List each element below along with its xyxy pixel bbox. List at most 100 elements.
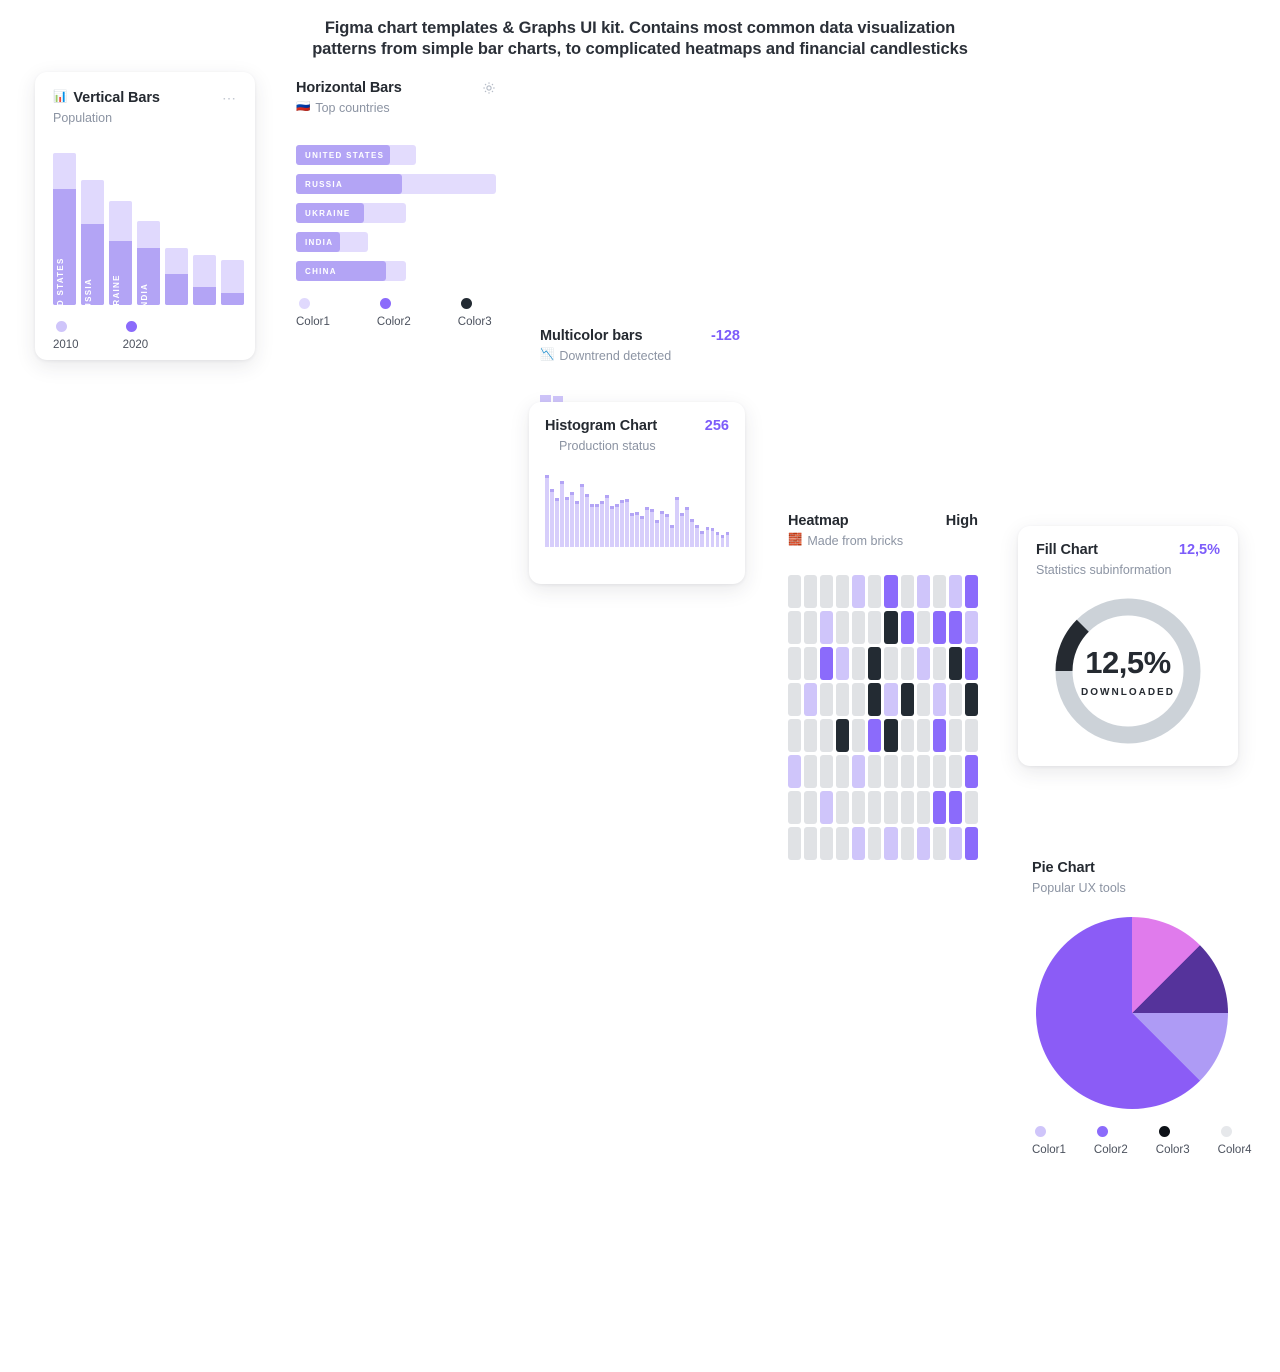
legend-item[interactable]: Color1 [1032,1126,1066,1156]
bar[interactable] [560,481,564,547]
heatmap-cell[interactable] [964,611,978,644]
heatmap-cell[interactable] [836,755,850,788]
heatmap-cell[interactable] [852,683,866,716]
bar[interactable] [705,526,710,547]
heatmap-cell[interactable] [900,611,914,644]
bar[interactable] [640,516,644,547]
heatmap-cell[interactable] [788,755,802,788]
bar[interactable] [650,508,654,547]
heatmap-cell[interactable] [788,827,802,860]
pie-disc[interactable] [1036,917,1228,1109]
heatmap-cell[interactable] [884,791,898,824]
heatmap-cell[interactable] [820,611,834,644]
bar[interactable]: RUSSIA [81,180,104,305]
bar[interactable] [680,513,684,547]
heatmap-cell[interactable] [788,719,802,752]
heatmap-cell[interactable] [900,647,914,680]
heatmap-cell[interactable] [868,719,882,752]
heatmap-cell[interactable] [852,611,866,644]
heatmap-cell[interactable] [964,647,978,680]
bar[interactable] [665,514,669,547]
legend-item[interactable]: Color1 [296,298,330,328]
heatmap-cell[interactable] [884,755,898,788]
bar-row[interactable]: INDIA [296,232,496,252]
heatmap-cell[interactable] [964,575,978,608]
legend-item[interactable]: Color3 [458,298,492,328]
heatmap-cell[interactable] [868,755,882,788]
heatmap-cell[interactable] [964,791,978,824]
heatmap-cell[interactable] [852,575,866,608]
heatmap-cell[interactable] [852,827,866,860]
heatmap-cell[interactable] [932,647,946,680]
heatmap-cell[interactable] [964,683,978,716]
heatmap-cell[interactable] [836,647,850,680]
bar[interactable] [645,507,649,547]
card-fill-chart[interactable]: Fill Chart 12,5% Statistics subinformati… [1018,526,1238,766]
bar[interactable] [595,504,599,547]
bar[interactable] [620,499,624,547]
heatmap-cell[interactable] [868,647,882,680]
bar[interactable] [700,530,704,547]
heatmap-cell[interactable] [868,791,882,824]
heatmap-cell[interactable] [868,683,882,716]
heatmap-cell[interactable] [836,683,850,716]
heatmap-cell[interactable] [916,683,930,716]
heatmap-cell[interactable] [932,827,946,860]
bar[interactable]: UKRAINE [109,201,132,305]
bar[interactable] [660,511,664,547]
heatmap-cell[interactable] [804,611,818,644]
bar[interactable] [710,527,715,547]
heatmap-cell[interactable] [836,827,850,860]
heatmap-cell[interactable] [932,683,946,716]
heatmap-cell[interactable] [916,719,930,752]
legend-item[interactable]: 2020 [123,321,148,351]
bar[interactable] [193,255,216,305]
heatmap-cell[interactable] [964,719,978,752]
heatmap-cell[interactable] [884,683,898,716]
heatmap-cell[interactable] [900,719,914,752]
heatmap-cell[interactable] [948,719,962,752]
heatmap-cell[interactable] [836,719,850,752]
donut-gauge[interactable]: 12,5% DOWNLOADED [1052,595,1204,747]
heatmap-cell[interactable] [804,647,818,680]
bar[interactable] [565,496,569,547]
bar[interactable] [600,500,604,547]
heatmap-cell[interactable] [868,827,882,860]
heatmap-cell[interactable] [868,575,882,608]
legend-item[interactable]: Color3 [1156,1126,1190,1156]
heatmap-cell[interactable] [804,683,818,716]
heatmap-cell[interactable] [852,719,866,752]
bar[interactable] [725,532,730,547]
heatmap-cell[interactable] [916,755,930,788]
bar[interactable] [585,493,589,547]
bar[interactable] [625,499,629,547]
gear-icon[interactable] [482,81,496,95]
heatmap-cell[interactable] [916,575,930,608]
heatmap-cell[interactable] [932,755,946,788]
heatmap-cell[interactable] [900,827,914,860]
heatmap-cell[interactable] [852,755,866,788]
heatmap-cell[interactable] [820,719,834,752]
bar[interactable] [605,495,609,547]
heatmap-cell[interactable] [932,575,946,608]
heatmap-cell[interactable] [884,827,898,860]
bar[interactable] [590,503,594,547]
bar[interactable] [575,500,579,547]
heatmap-cell[interactable] [820,683,834,716]
heatmap-cell[interactable] [964,755,978,788]
bar[interactable] [630,513,634,547]
legend-item[interactable]: Color2 [1094,1126,1128,1156]
bar[interactable] [655,520,659,547]
bar-row[interactable]: CHINA [296,261,496,281]
heatmap-cell[interactable] [964,827,978,860]
heatmap-cell[interactable] [932,719,946,752]
heatmap-cell[interactable] [948,647,962,680]
bar-row[interactable]: UKRAINE [296,203,496,223]
heatmap-cell[interactable] [804,791,818,824]
bar[interactable] [221,260,244,305]
heatmap-cell[interactable] [916,647,930,680]
bar[interactable] [165,248,188,305]
heatmap-cell[interactable] [916,791,930,824]
heatmap-cell[interactable] [884,647,898,680]
legend-item[interactable]: 2010 [53,321,79,351]
